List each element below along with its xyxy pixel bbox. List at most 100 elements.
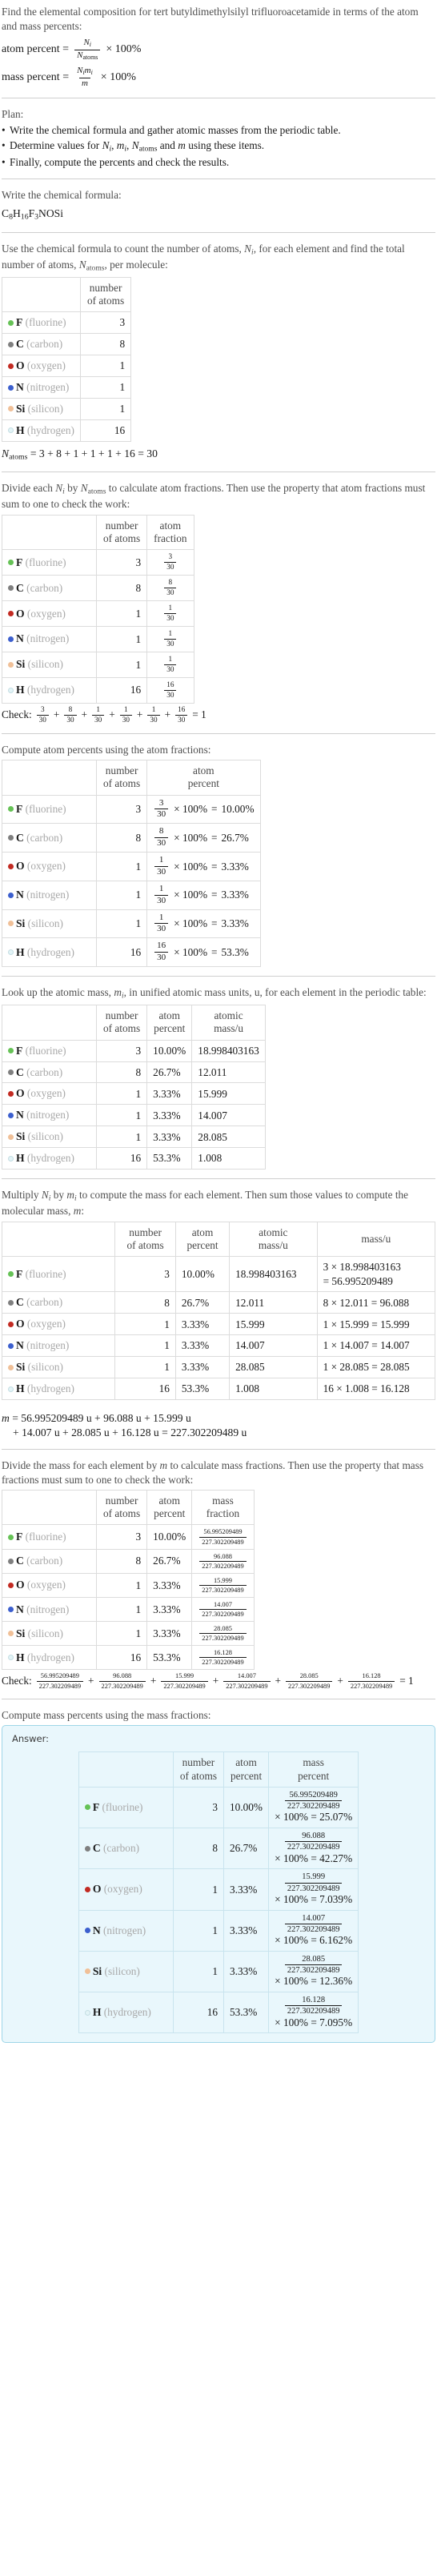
atom-count: 16	[79, 419, 132, 442]
mass-prompt: Multiply Ni by mi to compute the mass fo…	[2, 1189, 409, 1218]
element-color-dot	[84, 2009, 90, 2016]
atom-count: 8	[114, 1291, 176, 1314]
atom-percent: 53.3%	[146, 1645, 193, 1671]
table-header-row: number of atoms atom percent mass fracti…	[2, 1490, 255, 1526]
mass-fraction-table: number of atoms atom percent mass fracti…	[2, 1490, 255, 1671]
atom-percent-label: atom percent =	[2, 42, 70, 55]
table-row: O (oxygen) 1 3.33% 15.999 227.302209489 ×…	[78, 1868, 359, 1911]
table-row: F (fluorine) 3 10.00% 18.998403163 3 × 1…	[1, 1256, 436, 1293]
element-cell: H (hydrogen)	[2, 676, 97, 704]
mass-percent-section: Compute mass percents using the mass fra…	[2, 1708, 435, 2044]
atom-count: 3	[79, 311, 132, 335]
table-row: Si (silicon) 1 3.33% 28.085	[2, 1125, 266, 1149]
atom-fraction: 8 30	[146, 575, 194, 602]
element-color-dot	[8, 319, 14, 326]
atom-percent: 3.33%	[223, 1868, 270, 1911]
answer-box: Answer: number of atoms atom percent mas…	[2, 1725, 435, 2044]
element-color-dot	[8, 1069, 14, 1075]
element-cell: Si (silicon)	[2, 909, 97, 939]
header-number-of-atoms: number of atoms	[95, 514, 148, 551]
atom-count: 1	[114, 1334, 176, 1358]
element-cell: H (hydrogen)	[2, 937, 97, 967]
atom-percent-calc: 1 30 × 100% = 3.33%	[146, 880, 261, 910]
table-row: F (fluorine) 3 10.00% 18.998403163	[2, 1039, 266, 1062]
element-cell: H (hydrogen)	[78, 1992, 174, 2034]
atom-percent-table: number of atoms atom percent F (fluorine…	[2, 760, 261, 967]
mass-calc: 1 × 28.085 = 28.085	[316, 1356, 436, 1379]
mass-fraction: 28.085 227.302209489	[191, 1621, 255, 1647]
header-blank	[2, 1490, 97, 1526]
header-number-of-atoms: number of atoms	[95, 1005, 148, 1041]
atom-percent-section: Compute atom percents using the atom fra…	[2, 743, 435, 967]
element-cell: H (hydrogen)	[2, 419, 81, 442]
mass-percent-calc: 15.999 227.302209489 × 100% = 7.039%	[268, 1868, 359, 1911]
atom-count: 3	[95, 1039, 148, 1062]
mass-fraction: 56.995209489 227.302209489	[191, 1524, 255, 1550]
header-blank	[1, 1221, 116, 1258]
element-cell: N (nitrogen)	[2, 880, 97, 910]
element-cell: N (nitrogen)	[2, 376, 81, 399]
table-row: C (carbon) 8 26.7% 12.011	[2, 1061, 266, 1084]
atom-count: 1	[172, 1868, 225, 1911]
atomic-mass: 18.998403163	[191, 1039, 266, 1062]
atom-percent: 10.00%	[174, 1256, 231, 1293]
mass-percent-fraction: Nimi m	[74, 66, 95, 88]
question-section: Find the elemental composition for tert …	[2, 5, 435, 89]
atom-percent-calc: 1 30 × 100% = 3.33%	[146, 852, 261, 881]
mass-calc: 16 × 1.008 = 16.128	[316, 1378, 436, 1401]
element-color-dot	[8, 892, 14, 898]
atom-percent: 10.00%	[146, 1039, 193, 1062]
table-row: Si (silicon) 1 3.33% 28.085 227.302209489	[2, 1621, 255, 1647]
table-row: N (nitrogen) 1 3.33% 14.007	[2, 1104, 266, 1127]
element-cell: C (carbon)	[2, 1548, 97, 1574]
element-cell: O (oxygen)	[2, 852, 97, 881]
atomic-mass: 15.999	[191, 1082, 266, 1105]
atom-percent-calc: 16 30 × 100% = 53.3%	[146, 937, 261, 967]
divider	[2, 471, 435, 473]
header-blank	[2, 276, 81, 313]
atom-count-table: number of atoms F (fluorine) 3 C (carbon…	[2, 276, 132, 442]
table-header-row: number of atoms atom percent	[2, 760, 261, 796]
element-color-dot	[8, 806, 14, 813]
atom-fraction: 1 30	[146, 651, 194, 678]
element-color-dot	[8, 585, 14, 592]
atom-count: 1	[79, 397, 132, 420]
table-row: Si (silicon) 1 1 30 × 100% = 3.33%	[2, 909, 261, 939]
mass-percent-calc: 14.007 227.302209489 × 100% = 6.162%	[268, 1909, 359, 1952]
answer-label: Answer:	[12, 1733, 50, 1745]
table-row: H (hydrogen) 16 53.3% 1.008	[2, 1147, 266, 1170]
element-color-dot	[8, 427, 14, 434]
atom-count: 8	[79, 333, 132, 356]
element-color-dot	[8, 1364, 14, 1370]
atomic-mass-table: number of atoms atom percent atomic mass…	[2, 1005, 266, 1170]
molecular-mass-equation: m = 56.995209489 u + 96.088 u + 15.999 u…	[2, 1412, 247, 1439]
element-cell: F (fluorine)	[2, 549, 97, 576]
element-cell: F (fluorine)	[1, 1256, 116, 1293]
element-color-dot	[8, 1342, 14, 1349]
element-cell: F (fluorine)	[78, 1786, 174, 1829]
atom-count: 1	[172, 1909, 225, 1952]
mass-calc: 1 × 15.999 = 15.999	[316, 1313, 436, 1336]
element-color-dot	[84, 1928, 90, 1934]
question-text: Find the elemental composition for tert …	[2, 6, 419, 32]
table-row: C (carbon) 8 26.7% 96.088 227.302209489	[2, 1548, 255, 1574]
atom-count: 1	[95, 1596, 148, 1623]
header-atom-percent: atom percent	[146, 1005, 193, 1041]
atomic-mass: 14.007	[191, 1104, 266, 1127]
atomic-mass: 14.007	[229, 1334, 318, 1358]
element-color-dot	[84, 1804, 90, 1811]
atom-count: 16	[95, 1645, 148, 1671]
atom-count: 3	[114, 1256, 176, 1293]
divider	[2, 1178, 435, 1180]
divider	[2, 1448, 435, 1450]
header-atomic-mass: atomic mass/u	[229, 1221, 318, 1258]
element-cell: N (nitrogen)	[1, 1334, 116, 1358]
atom-percent-formula: atom percent = Ni Natoms × 100%	[2, 38, 435, 61]
element-color-dot	[8, 1655, 14, 1661]
element-cell: O (oxygen)	[2, 1572, 97, 1598]
mass-fraction-prompt: Divide the mass for each element by m to…	[2, 1459, 424, 1486]
table-row: C (carbon) 8 8 30	[2, 575, 194, 602]
atomic-mass: 12.011	[229, 1291, 318, 1314]
header-number-of-atoms: number of atoms	[95, 1490, 148, 1526]
plan-item: Write the chemical formula and gather at…	[2, 123, 435, 138]
